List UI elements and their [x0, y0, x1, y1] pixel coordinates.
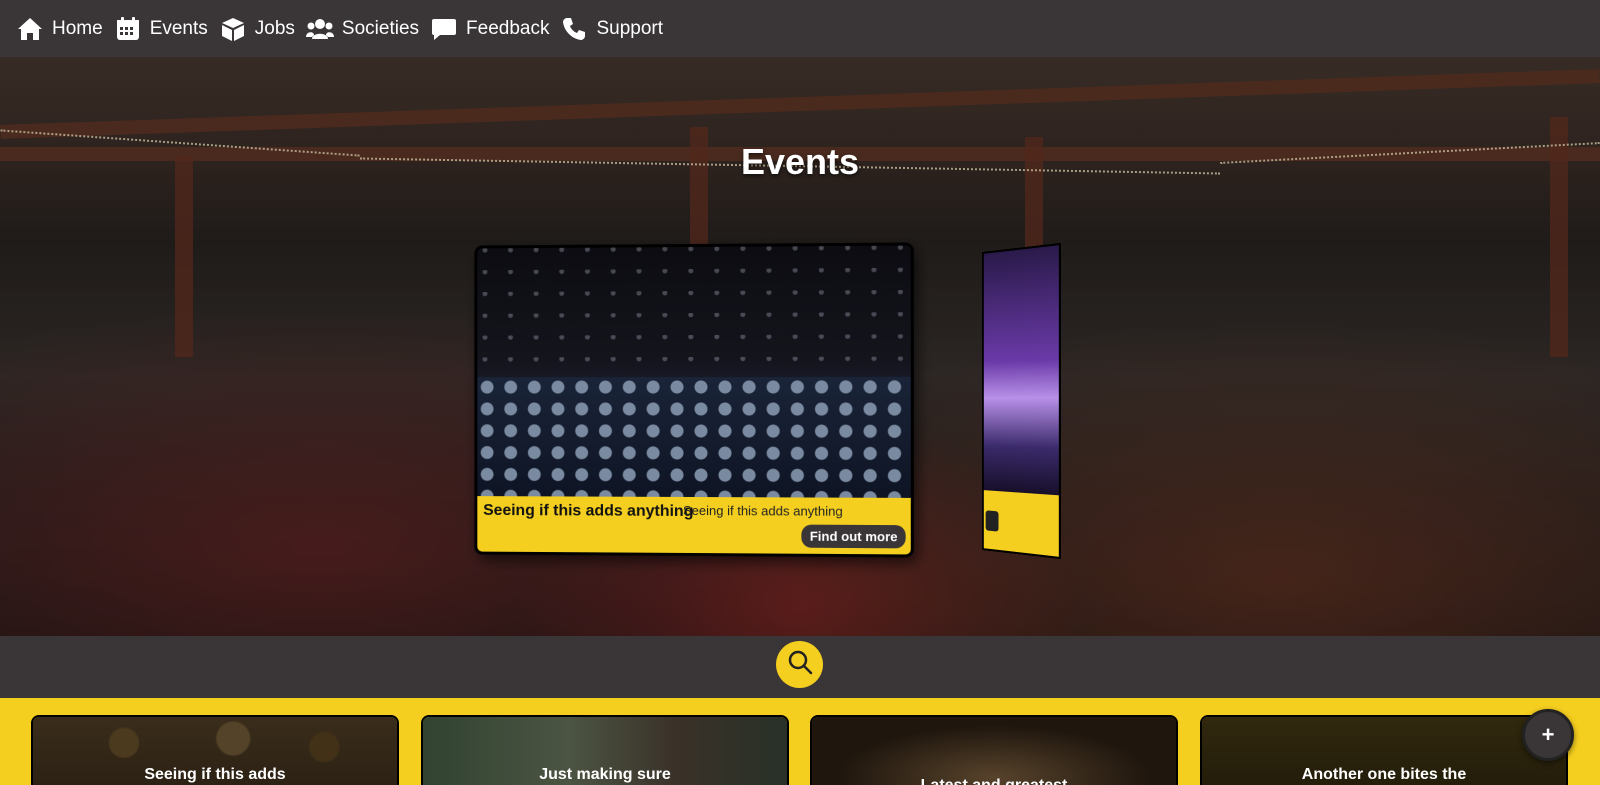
- event-tile-title: Just making sure: [423, 766, 787, 784]
- nav-label: Societies: [342, 18, 419, 40]
- nav-label: Events: [150, 18, 208, 40]
- add-event-button[interactable]: +: [1522, 709, 1574, 761]
- nav-item-support[interactable]: Support: [560, 15, 663, 43]
- nav-item-jobs[interactable]: Jobs: [219, 15, 295, 43]
- nav-label: Support: [596, 18, 663, 40]
- box-icon: [219, 15, 247, 43]
- nav-item-feedback[interactable]: Feedback: [430, 15, 549, 43]
- audience-image: [477, 377, 910, 498]
- event-tile-title: Another one bites the: [1202, 766, 1566, 784]
- find-out-more-button[interactable]: [986, 510, 999, 531]
- search-bar: [0, 636, 1600, 694]
- nav-label: Home: [52, 18, 103, 40]
- event-description: Seeing if this adds anything: [683, 503, 843, 519]
- event-tile-title: Seeing if this adds: [33, 766, 397, 784]
- nav-label: Jobs: [255, 18, 295, 40]
- users-icon: [306, 15, 334, 43]
- event-tile[interactable]: Just making sure: [421, 715, 789, 785]
- event-card-footer: [984, 490, 1059, 557]
- featured-event-card[interactable]: Seeing if this adds anything Seeing if t…: [474, 242, 913, 557]
- home-icon: [16, 15, 44, 43]
- event-tile[interactable]: Seeing if this adds: [31, 715, 399, 785]
- nav-item-societies[interactable]: Societies: [306, 15, 419, 43]
- event-tile-title: Latest and greatest: [812, 777, 1176, 785]
- event-image: [984, 245, 1059, 499]
- phone-icon: [560, 15, 588, 43]
- chat-icon: [430, 15, 458, 43]
- event-card-footer: Seeing if this adds anything Seeing if t…: [477, 496, 910, 554]
- event-list: Seeing if this adds Just making sure Lat…: [0, 698, 1600, 785]
- calendar-icon: [114, 15, 142, 43]
- event-tile[interactable]: Latest and greatest: [810, 715, 1178, 785]
- search-button[interactable]: [776, 641, 823, 688]
- nav-label: Feedback: [466, 18, 549, 40]
- page-title: Events: [0, 141, 1600, 183]
- event-tile[interactable]: Another one bites the: [1200, 715, 1568, 785]
- event-image: [477, 246, 910, 498]
- hero-banner: Events Seeing if this adds anything Seei…: [0, 57, 1600, 636]
- next-event-card[interactable]: [982, 243, 1061, 559]
- event-tile-overlay: [812, 717, 1176, 785]
- find-out-more-button[interactable]: Find out more: [802, 525, 906, 549]
- event-title: Seeing if this adds anything: [483, 502, 693, 521]
- nav-item-events[interactable]: Events: [114, 15, 208, 43]
- search-icon: [787, 649, 813, 680]
- top-nav: Home Events Jobs Societies Feedback Supp…: [0, 0, 1600, 57]
- nav-item-home[interactable]: Home: [16, 15, 103, 43]
